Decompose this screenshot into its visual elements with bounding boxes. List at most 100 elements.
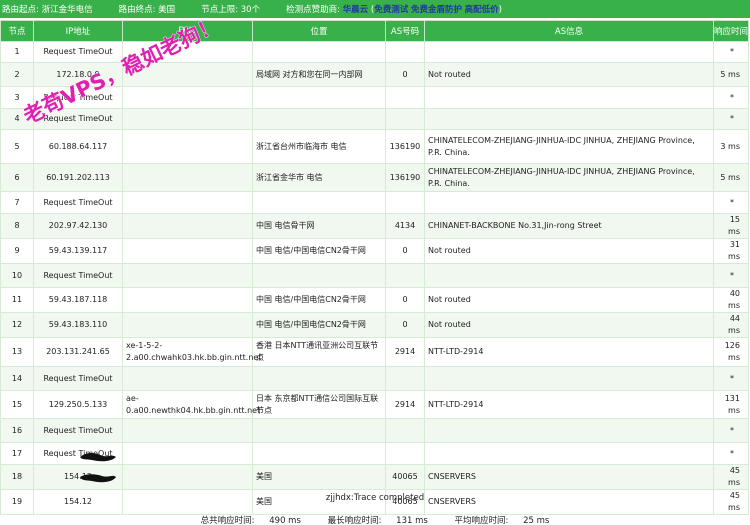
cell-time: *: [713, 108, 749, 130]
cell-ip: Request TimeOut: [33, 108, 123, 130]
table-row: 2 172.18.0.9 局域网 对方和您在同一内部网 0 Not routed 5 ms: [0, 62, 749, 87]
cell-ip: 202.97.42.130: [33, 213, 123, 239]
cell-hop: 3: [0, 86, 34, 109]
route-destination: 路由终点: 美国: [119, 3, 176, 15]
cell-ip: Request TimeOut: [33, 191, 123, 214]
cell-location: [252, 191, 386, 214]
sponsor-high-config-link[interactable]: 高配低价: [465, 5, 499, 15]
table-row: 13 203.131.241.65 xe-1-5-2-2.a00.chwahk03.…: [0, 337, 749, 367]
cell-location: [252, 263, 386, 288]
sponsor-free-test-link[interactable]: 免费测试: [374, 5, 408, 15]
cell-time: 5 ms: [713, 62, 749, 87]
total-response-time-value: 490 ms: [269, 516, 301, 525]
table-row: 3 Request TimeOut *: [0, 86, 749, 109]
cell-time: *: [713, 191, 749, 214]
cell-ip: Request TimeOut: [33, 41, 123, 63]
cell-dns: [122, 418, 253, 443]
cell-dns: xe-1-5-2-2.a00.chwahk03.hk.bb.gin.ntt.ne…: [122, 337, 261, 367]
cell-asinfo: [424, 86, 714, 109]
cell-time: 40 ms: [713, 287, 749, 313]
cell-location: 浙江省金华市 电信: [252, 163, 386, 192]
cell-asn: [385, 418, 425, 443]
cell-asn: [385, 442, 425, 465]
avg-response-time-label: 平均响应时间:: [454, 516, 509, 525]
cell-ip: 172.18.0.9: [33, 62, 123, 87]
cell-asinfo: CHINATELECOM-ZHEJIANG-JINHUA-IDC JINHUA,…: [424, 163, 714, 192]
cell-asinfo: [424, 418, 714, 443]
cell-dns: [122, 62, 253, 87]
route-destination-value: 美国: [158, 5, 176, 15]
cell-hop: 14: [0, 366, 34, 391]
cell-time: 15 ms: [713, 213, 749, 239]
cell-dns: [122, 163, 253, 192]
cell-asinfo: NTT-LTD-2914: [424, 390, 714, 419]
response-time-summary: 总共响应时间: 490 ms 最长响应时间: 131 ms 平均响应时间: 25…: [0, 514, 750, 525]
cell-dns: [122, 213, 253, 239]
cell-location: 中国 电信骨干网: [252, 213, 386, 239]
sponsor-free-shield-link[interactable]: 免费金盾防护: [411, 5, 462, 15]
cell-dns: [122, 464, 253, 490]
cell-dns: [122, 41, 253, 63]
cell-time: *: [713, 366, 749, 391]
max-response-time-label: 最长响应时间:: [327, 516, 382, 525]
cell-asn: 0: [385, 238, 425, 264]
sponsor-name-link[interactable]: 华晨云: [343, 5, 369, 15]
avg-response-time-value: 25 ms: [523, 516, 550, 525]
redaction-scribble-hop18: [80, 452, 116, 462]
route-destination-label: 路由终点:: [118, 5, 156, 15]
col-header-ip: IP地址: [33, 20, 123, 42]
total-response-time: 总共响应时间: 490 ms: [195, 516, 307, 525]
hop-limit-label: 节点上限:: [201, 5, 239, 15]
cell-asn: 0: [385, 312, 425, 338]
total-response-time-label: 总共响应时间:: [200, 516, 255, 525]
cell-asn: [385, 366, 425, 391]
table-row: 6 60.191.202.113 浙江省金华市 电信 136190 CHINATELEC…: [0, 163, 749, 192]
redaction-scribble-hop19: [80, 474, 116, 483]
cell-hop: 13: [0, 337, 34, 367]
cell-asn: [385, 108, 425, 130]
cell-dns: [122, 86, 253, 109]
cell-hop: 1: [0, 41, 34, 63]
cell-location: [252, 366, 386, 391]
cell-asinfo: CNSERVERS: [424, 464, 714, 490]
cell-dns: [122, 366, 253, 391]
cell-location: [252, 41, 386, 63]
table-row: 15 129.250.5.133 ae-0.a00.newthk04.hk.bb.g…: [0, 390, 749, 419]
col-header-asn: AS号码: [385, 20, 425, 42]
cell-asn: [385, 41, 425, 63]
cell-hop: 10: [0, 263, 34, 288]
cell-dns: [122, 108, 253, 130]
sponsor-info: 检测点赞助商: 华晨云 (免费测试 免费金盾防护 高配低价): [286, 3, 502, 15]
cell-asinfo: CHINANET-BACKBONE No.31,Jin-rong Street: [424, 213, 714, 239]
table-row: 14 Request TimeOut *: [0, 366, 749, 391]
cell-asn: 0: [385, 62, 425, 87]
cell-time: *: [713, 263, 749, 288]
cell-location: [252, 108, 386, 130]
cell-asinfo: CHINATELECOM-ZHEJIANG-JINHUA-IDC JINHUA,…: [424, 129, 714, 164]
cell-asinfo: [424, 263, 714, 288]
cell-asinfo: [424, 366, 714, 391]
cell-asinfo: Not routed: [424, 238, 714, 264]
table-row: 11 59.43.187.118 中国 电信/中国电信CN2骨干网 0 Not rout…: [0, 287, 749, 313]
cell-asinfo: [424, 41, 714, 63]
cell-hop: 15: [0, 390, 34, 419]
cell-time: *: [713, 442, 749, 465]
cell-hop: 5: [0, 129, 34, 164]
cell-time: 44 ms: [713, 312, 749, 338]
cell-dns: [122, 263, 253, 288]
cell-location: 香港 日本NTT通讯亚洲公司互联节点: [252, 337, 386, 367]
table-row: 8 202.97.42.130 中国 电信骨干网 4134 CHINANET-BACKB…: [0, 213, 749, 239]
cell-asinfo: [424, 191, 714, 214]
cell-hop: 9: [0, 238, 34, 264]
route-origin-label: 路由起点:: [2, 5, 39, 15]
table-row: 4 Request TimeOut *: [0, 108, 749, 130]
cell-asn: 40065: [385, 464, 425, 490]
table-row: 7 Request TimeOut *: [0, 191, 749, 214]
cell-location: 中国 电信/中国电信CN2骨干网: [252, 287, 386, 313]
cell-time: *: [713, 418, 749, 443]
cell-ip: 59.43.187.118: [33, 287, 123, 313]
route-origin-value: 浙江金华电信: [41, 5, 93, 15]
cell-asinfo: Not routed: [424, 62, 714, 87]
cell-asn: 4134: [385, 213, 425, 239]
cell-time: 5 ms: [713, 163, 749, 192]
